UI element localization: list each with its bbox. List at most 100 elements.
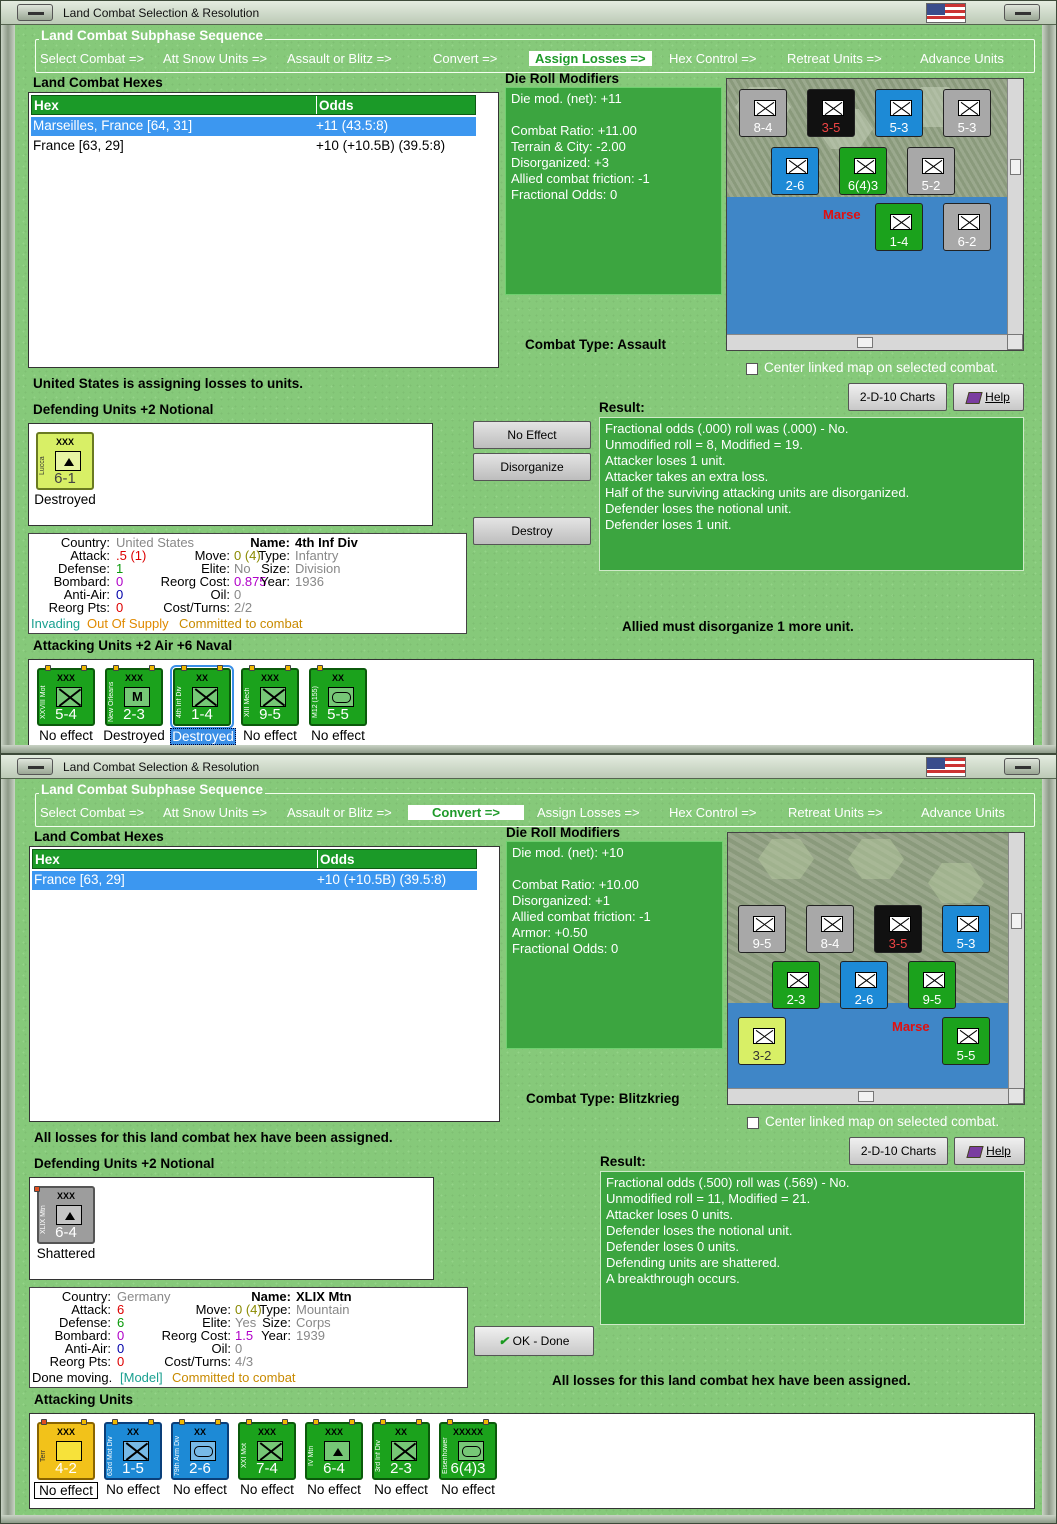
marker-icon xyxy=(45,665,51,671)
panel-body: Land Combat Subphase Sequence Select Com… xyxy=(15,25,1042,747)
map-unit[interactable]: 5-3 xyxy=(875,89,923,137)
map-unit[interactable]: 3-2 xyxy=(738,1017,786,1065)
minimize-button[interactable] xyxy=(17,758,53,775)
destroy-button[interactable]: Destroy xyxy=(473,517,591,545)
attacking-label: Attacking Units xyxy=(34,1392,134,1407)
no-effect-button[interactable]: No Effect xyxy=(473,421,591,449)
attacking-unit[interactable]: XX 79th Arm Div 2-6 xyxy=(171,1419,229,1480)
center-map-checkbox[interactable] xyxy=(747,1117,759,1129)
map-unit[interactable]: 2-6 xyxy=(840,961,888,1009)
title-bar[interactable]: Land Combat Selection & Resolution xyxy=(1,1,1056,25)
infantry-icon xyxy=(821,916,843,932)
ok-done-label: OK - Done xyxy=(512,1334,570,1348)
attacking-unit[interactable]: XXXXX Eisenhower 6(4)3 xyxy=(439,1419,497,1480)
attacking-unit[interactable]: XX M12 (155) 5-5 xyxy=(309,665,367,726)
drm-line: Die mod. (net): +11 xyxy=(511,91,622,106)
mountain-icon xyxy=(56,1205,82,1225)
attacking-unit[interactable]: XXX XXVIII Mot 5-4 xyxy=(37,665,95,726)
charts-button-label: 2-D-10 Charts xyxy=(860,1144,937,1158)
map-vscroll[interactable] xyxy=(1007,79,1023,334)
attacking-unit[interactable]: XXX XXI Mot 7-4 xyxy=(238,1419,296,1480)
result-line: Defender loses the notional unit. xyxy=(606,1223,793,1238)
table-row[interactable]: Marseilles, France [64, 31] +11 (43.5:8) xyxy=(31,117,476,136)
charts-button[interactable]: 2-D-10 Charts xyxy=(848,383,947,411)
help-button[interactable]: Help xyxy=(953,383,1024,411)
unit-strength: 5-4 xyxy=(55,706,77,723)
center-map-label: Center linked map on selected combat. xyxy=(765,1114,1000,1129)
unit-status: No effect xyxy=(39,728,93,743)
attacking-unit-selected[interactable]: XX 4th Inf Div 1-4 xyxy=(170,665,234,729)
vscroll-thumb[interactable] xyxy=(1011,913,1022,929)
attacking-unit[interactable]: XX 63rd Mot Div 1-5 xyxy=(104,1419,162,1480)
disorganize-button[interactable]: Disorganize xyxy=(473,453,591,481)
map-unit[interactable]: 2-3 xyxy=(772,961,820,1009)
table-row[interactable]: France [63, 29] +10 (+10.5B) (39.5:8) xyxy=(32,871,477,890)
close-button[interactable] xyxy=(1004,758,1040,775)
hscroll-thumb[interactable] xyxy=(858,1091,874,1102)
attacking-unit[interactable]: XXXNew Orleans2-3 xyxy=(105,665,163,726)
info-status-committed: Committed to combat xyxy=(172,1370,296,1385)
hq-icon xyxy=(854,158,876,174)
mountain-icon xyxy=(55,451,81,471)
map-unit[interactable]: 5-5 xyxy=(942,1017,990,1065)
help-label: Help xyxy=(986,1144,1011,1158)
attacking-unit[interactable]: XXX XIII Mech 9-5 xyxy=(241,665,299,726)
attacking-units-box: XXX XXVIII Mot 5-4 No effect XXX New Orlean… xyxy=(28,659,1034,747)
map-unit[interactable]: 3-5 xyxy=(807,89,855,137)
col-odds[interactable]: Odds xyxy=(317,850,355,868)
info-key: Cost/Turns: xyxy=(163,600,230,615)
defending-unit[interactable]: XXX XLIX Mtn 6-4 xyxy=(34,1186,95,1244)
map-vscroll[interactable] xyxy=(1008,833,1024,1088)
map-unit[interactable]: 9-5 xyxy=(738,905,786,953)
map-unit[interactable]: 3-5 xyxy=(874,905,922,953)
ok-done-button[interactable]: ✔ OK - Done xyxy=(474,1326,594,1356)
center-map-checkbox[interactable] xyxy=(746,363,758,375)
map-unit[interactable]: 2-6 xyxy=(771,147,819,195)
map-unit[interactable]: 5-3 xyxy=(943,89,991,137)
charts-button[interactable]: 2-D-10 Charts xyxy=(849,1137,948,1165)
result-box: Fractional odds (.500) roll was (.569) -… xyxy=(600,1171,1025,1325)
map-unit[interactable]: 9-5 xyxy=(908,961,956,1009)
map-unit-str: 6-2 xyxy=(957,234,977,249)
map-unit[interactable]: 5-2 xyxy=(907,147,955,195)
hscroll-thumb[interactable] xyxy=(857,337,873,348)
unit-status: No effect xyxy=(311,728,365,743)
unit-status: No effect xyxy=(307,1482,361,1497)
infantry-icon xyxy=(787,972,809,988)
vscroll-thumb[interactable] xyxy=(1010,159,1021,175)
attacking-unit[interactable]: XXX IV Mtn 6-4 xyxy=(305,1419,363,1480)
map-corner xyxy=(1008,1088,1024,1104)
drm-line: Terrain & City: -2.00 xyxy=(511,139,626,154)
unit-strength: 7-4 xyxy=(256,1460,278,1477)
map-hscroll[interactable] xyxy=(727,334,1007,350)
status-message: United States is assigning losses to uni… xyxy=(33,376,304,391)
map-unit[interactable]: 6-2 xyxy=(943,203,991,251)
map-unit[interactable]: 1-4 xyxy=(875,203,923,251)
footer-message: Allied must disorganize 1 more unit. xyxy=(622,619,854,634)
unit-info-box: Country: United States Attack: .5 (1) Defe… xyxy=(28,533,467,634)
map-hscroll[interactable] xyxy=(728,1088,1008,1104)
linked-map[interactable]: 9-5 8-4 3-5 5-3 2-3 2-6 9-5 3-2 5-5 Mars… xyxy=(727,832,1025,1105)
drm-label: Die Roll Modifiers xyxy=(505,71,620,86)
map-unit[interactable]: 8-4 xyxy=(739,89,787,137)
col-hex[interactable]: Hex xyxy=(35,852,60,867)
attacking-unit[interactable]: XXX Terr 4-2 xyxy=(37,1419,95,1480)
unit-strength: 1-5 xyxy=(122,1460,144,1477)
title-bar[interactable]: Land Combat Selection & Resolution xyxy=(1,755,1056,779)
close-button[interactable] xyxy=(1004,4,1040,21)
linked-map[interactable]: 8-4 3-5 5-3 5-3 2-6 6(4)3 5-2 1-4 6-2 Ma… xyxy=(726,78,1024,351)
help-button[interactable]: Help xyxy=(954,1137,1025,1165)
unit-info-box: Country: Germany Attack: 6 Defense: 6 Bomba… xyxy=(29,1287,468,1388)
table-row[interactable]: France [63, 29] +10 (+10.5B) (39.5:8) xyxy=(31,137,476,156)
drm-box: Die mod. (net): +11 Combat Ratio: +11.00… xyxy=(505,87,722,295)
minimize-button[interactable] xyxy=(17,4,53,21)
combat-window-1: Land Combat Selection & Resolution Land … xyxy=(0,0,1057,754)
defending-unit[interactable]: XXX Lucca 6-1 xyxy=(36,432,94,490)
map-unit[interactable]: 6(4)3 xyxy=(839,147,887,195)
col-hex[interactable]: Hex xyxy=(34,98,59,113)
attacking-unit[interactable]: XX 3rd Inf Div 2-3 xyxy=(372,1419,430,1480)
map-unit[interactable]: 8-4 xyxy=(806,905,854,953)
defending-label: Defending Units +2 Notional xyxy=(33,402,214,417)
col-odds[interactable]: Odds xyxy=(316,96,354,114)
map-unit[interactable]: 5-3 xyxy=(942,905,990,953)
